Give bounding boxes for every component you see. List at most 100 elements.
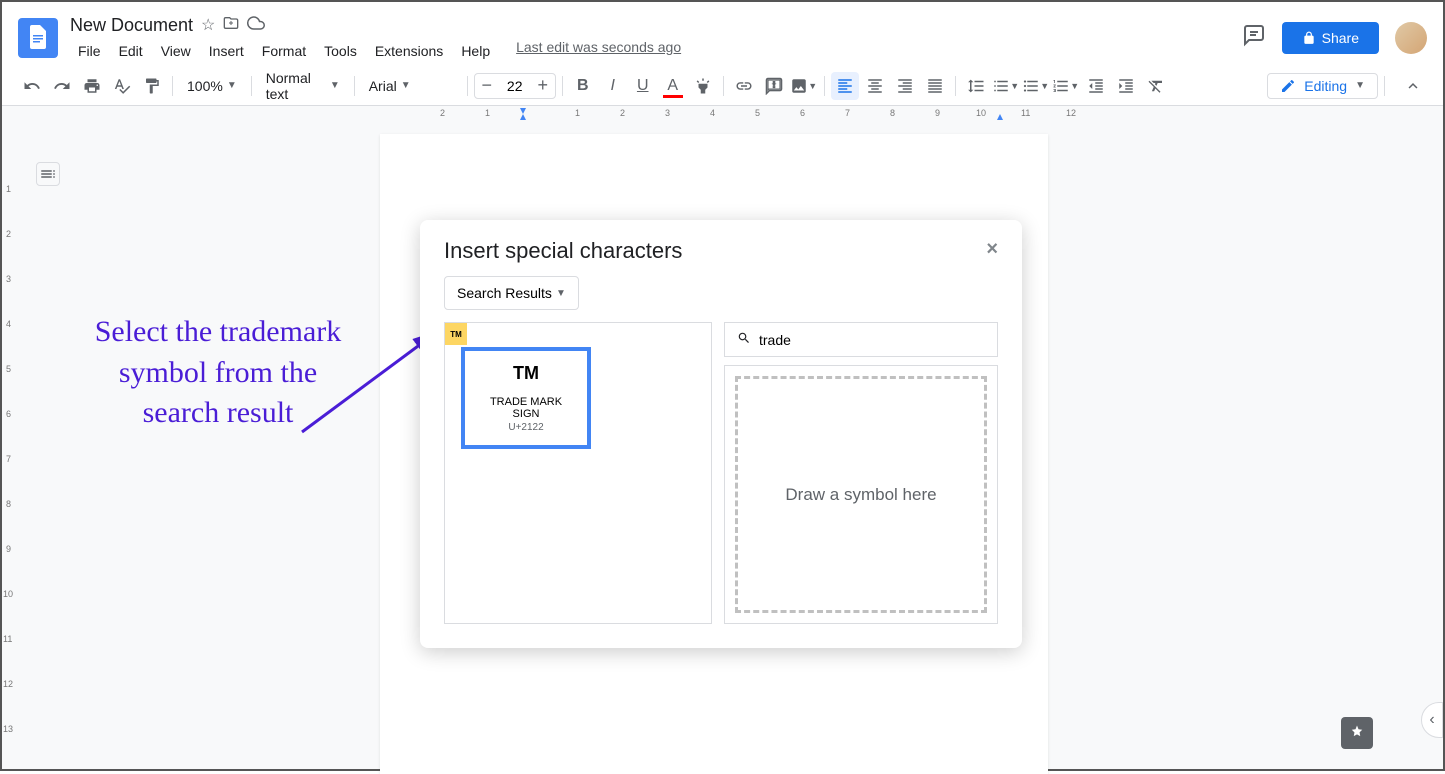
cloud-icon[interactable] xyxy=(247,14,265,37)
dialog-title: Insert special characters xyxy=(444,238,682,264)
search-input[interactable] xyxy=(759,332,985,348)
doc-title-area: New Document ☆ File Edit View Insert For… xyxy=(70,14,1242,63)
svg-text:7: 7 xyxy=(845,108,850,118)
comment-button[interactable]: + xyxy=(760,72,788,100)
link-button[interactable] xyxy=(730,72,758,100)
toolbar: 100%▼ Normal text▼ Arial▼ − + B I U A + … xyxy=(2,66,1443,106)
svg-text:4: 4 xyxy=(710,108,715,118)
svg-text:10: 10 xyxy=(3,589,13,599)
menu-insert[interactable]: Insert xyxy=(201,39,252,63)
character-tooltip: TM TRADE MARK SIGN U+2122 xyxy=(461,347,591,449)
increase-indent-button[interactable] xyxy=(1112,72,1140,100)
svg-text:9: 9 xyxy=(6,544,11,554)
underline-button[interactable]: U xyxy=(629,72,657,100)
draw-canvas[interactable]: Draw a symbol here xyxy=(735,376,987,613)
collapse-toolbar-button[interactable] xyxy=(1399,72,1427,100)
avatar[interactable] xyxy=(1395,22,1427,54)
decrease-font-button[interactable]: − xyxy=(475,74,499,98)
special-characters-dialog: Insert special characters × Search Resul… xyxy=(420,220,1022,648)
star-icon[interactable]: ☆ xyxy=(201,15,215,35)
undo-button[interactable] xyxy=(18,72,46,100)
search-icon xyxy=(737,331,751,348)
bullet-list-button[interactable]: ▼ xyxy=(1022,72,1050,100)
redo-button[interactable] xyxy=(48,72,76,100)
svg-text:12: 12 xyxy=(1066,108,1076,118)
checklist-button[interactable]: ▼ xyxy=(992,72,1020,100)
font-select[interactable]: Arial▼ xyxy=(361,74,461,98)
results-panel: TM TM TRADE MARK SIGN U+2122 xyxy=(444,322,712,624)
numbered-list-button[interactable]: ▼ xyxy=(1052,72,1080,100)
svg-text:8: 8 xyxy=(6,499,11,509)
align-right-button[interactable] xyxy=(891,72,919,100)
svg-text:1: 1 xyxy=(6,184,11,194)
horizontal-ruler: 21 1234 5678 9101112 xyxy=(2,106,1443,122)
svg-text:8: 8 xyxy=(890,108,895,118)
image-button[interactable]: ▼ xyxy=(790,72,818,100)
increase-font-button[interactable]: + xyxy=(531,74,555,98)
close-icon[interactable]: × xyxy=(986,238,998,261)
tooltip-code: U+2122 xyxy=(477,422,575,433)
zoom-select[interactable]: 100%▼ xyxy=(179,74,245,98)
svg-text:6: 6 xyxy=(6,409,11,419)
menu-edit[interactable]: Edit xyxy=(111,39,151,63)
menu-format[interactable]: Format xyxy=(254,39,314,63)
style-select[interactable]: Normal text▼ xyxy=(258,66,348,106)
svg-text:2: 2 xyxy=(620,108,625,118)
explore-button[interactable] xyxy=(1341,717,1373,749)
svg-text:11: 11 xyxy=(3,634,12,644)
font-size-group: − + xyxy=(474,73,556,99)
svg-text:11: 11 xyxy=(1021,108,1030,118)
svg-text:5: 5 xyxy=(755,108,760,118)
left-sidebar: 1234 5678 9101112 13 xyxy=(2,122,50,769)
draw-panel: Draw a symbol here xyxy=(724,365,998,624)
paint-format-button[interactable] xyxy=(138,72,166,100)
menu-view[interactable]: View xyxy=(153,39,199,63)
svg-text:4: 4 xyxy=(6,319,11,329)
docs-logo-icon[interactable] xyxy=(18,18,58,58)
svg-text:12: 12 xyxy=(3,679,13,689)
svg-text:9: 9 xyxy=(935,108,940,118)
svg-text:+: + xyxy=(771,78,776,88)
svg-text:3: 3 xyxy=(6,274,11,284)
svg-text:6: 6 xyxy=(800,108,805,118)
svg-text:1: 1 xyxy=(575,108,580,118)
svg-text:7: 7 xyxy=(6,454,11,464)
clear-format-button[interactable] xyxy=(1142,72,1170,100)
print-button[interactable] xyxy=(78,72,106,100)
svg-text:10: 10 xyxy=(976,108,986,118)
italic-button[interactable]: I xyxy=(599,72,627,100)
bold-button[interactable]: B xyxy=(569,72,597,100)
comments-icon[interactable] xyxy=(1242,23,1266,53)
move-icon[interactable] xyxy=(223,15,239,36)
category-dropdown[interactable]: Search Results ▼ xyxy=(444,276,579,310)
menu-help[interactable]: Help xyxy=(453,39,498,63)
svg-text:2: 2 xyxy=(440,108,445,118)
spellcheck-button[interactable] xyxy=(108,72,136,100)
highlight-button[interactable] xyxy=(689,72,717,100)
text-color-button[interactable]: A xyxy=(659,72,687,100)
align-justify-button[interactable] xyxy=(921,72,949,100)
menu-tools[interactable]: Tools xyxy=(316,39,365,63)
svg-text:3: 3 xyxy=(665,108,670,118)
tooltip-symbol: TM xyxy=(477,363,575,384)
font-size-input[interactable] xyxy=(499,78,531,94)
svg-text:2: 2 xyxy=(6,229,11,239)
doc-title[interactable]: New Document xyxy=(70,15,193,36)
last-edit-link[interactable]: Last edit was seconds ago xyxy=(516,39,681,63)
result-trademark[interactable]: TM xyxy=(445,323,467,345)
svg-text:5: 5 xyxy=(6,364,11,374)
align-center-button[interactable] xyxy=(861,72,889,100)
editing-mode-select[interactable]: Editing ▼ xyxy=(1267,73,1378,99)
tooltip-name: TRADE MARK SIGN xyxy=(477,396,575,420)
share-label: Share xyxy=(1322,30,1359,46)
header: New Document ☆ File Edit View Insert For… xyxy=(2,2,1443,66)
search-box xyxy=(724,322,998,357)
svg-text:1: 1 xyxy=(485,108,490,118)
decrease-indent-button[interactable] xyxy=(1082,72,1110,100)
share-button[interactable]: Share xyxy=(1282,22,1379,54)
menu-bar: File Edit View Insert Format Tools Exten… xyxy=(70,39,1242,63)
menu-file[interactable]: File xyxy=(70,39,109,63)
menu-extensions[interactable]: Extensions xyxy=(367,39,451,63)
line-spacing-button[interactable] xyxy=(962,72,990,100)
align-left-button[interactable] xyxy=(831,72,859,100)
